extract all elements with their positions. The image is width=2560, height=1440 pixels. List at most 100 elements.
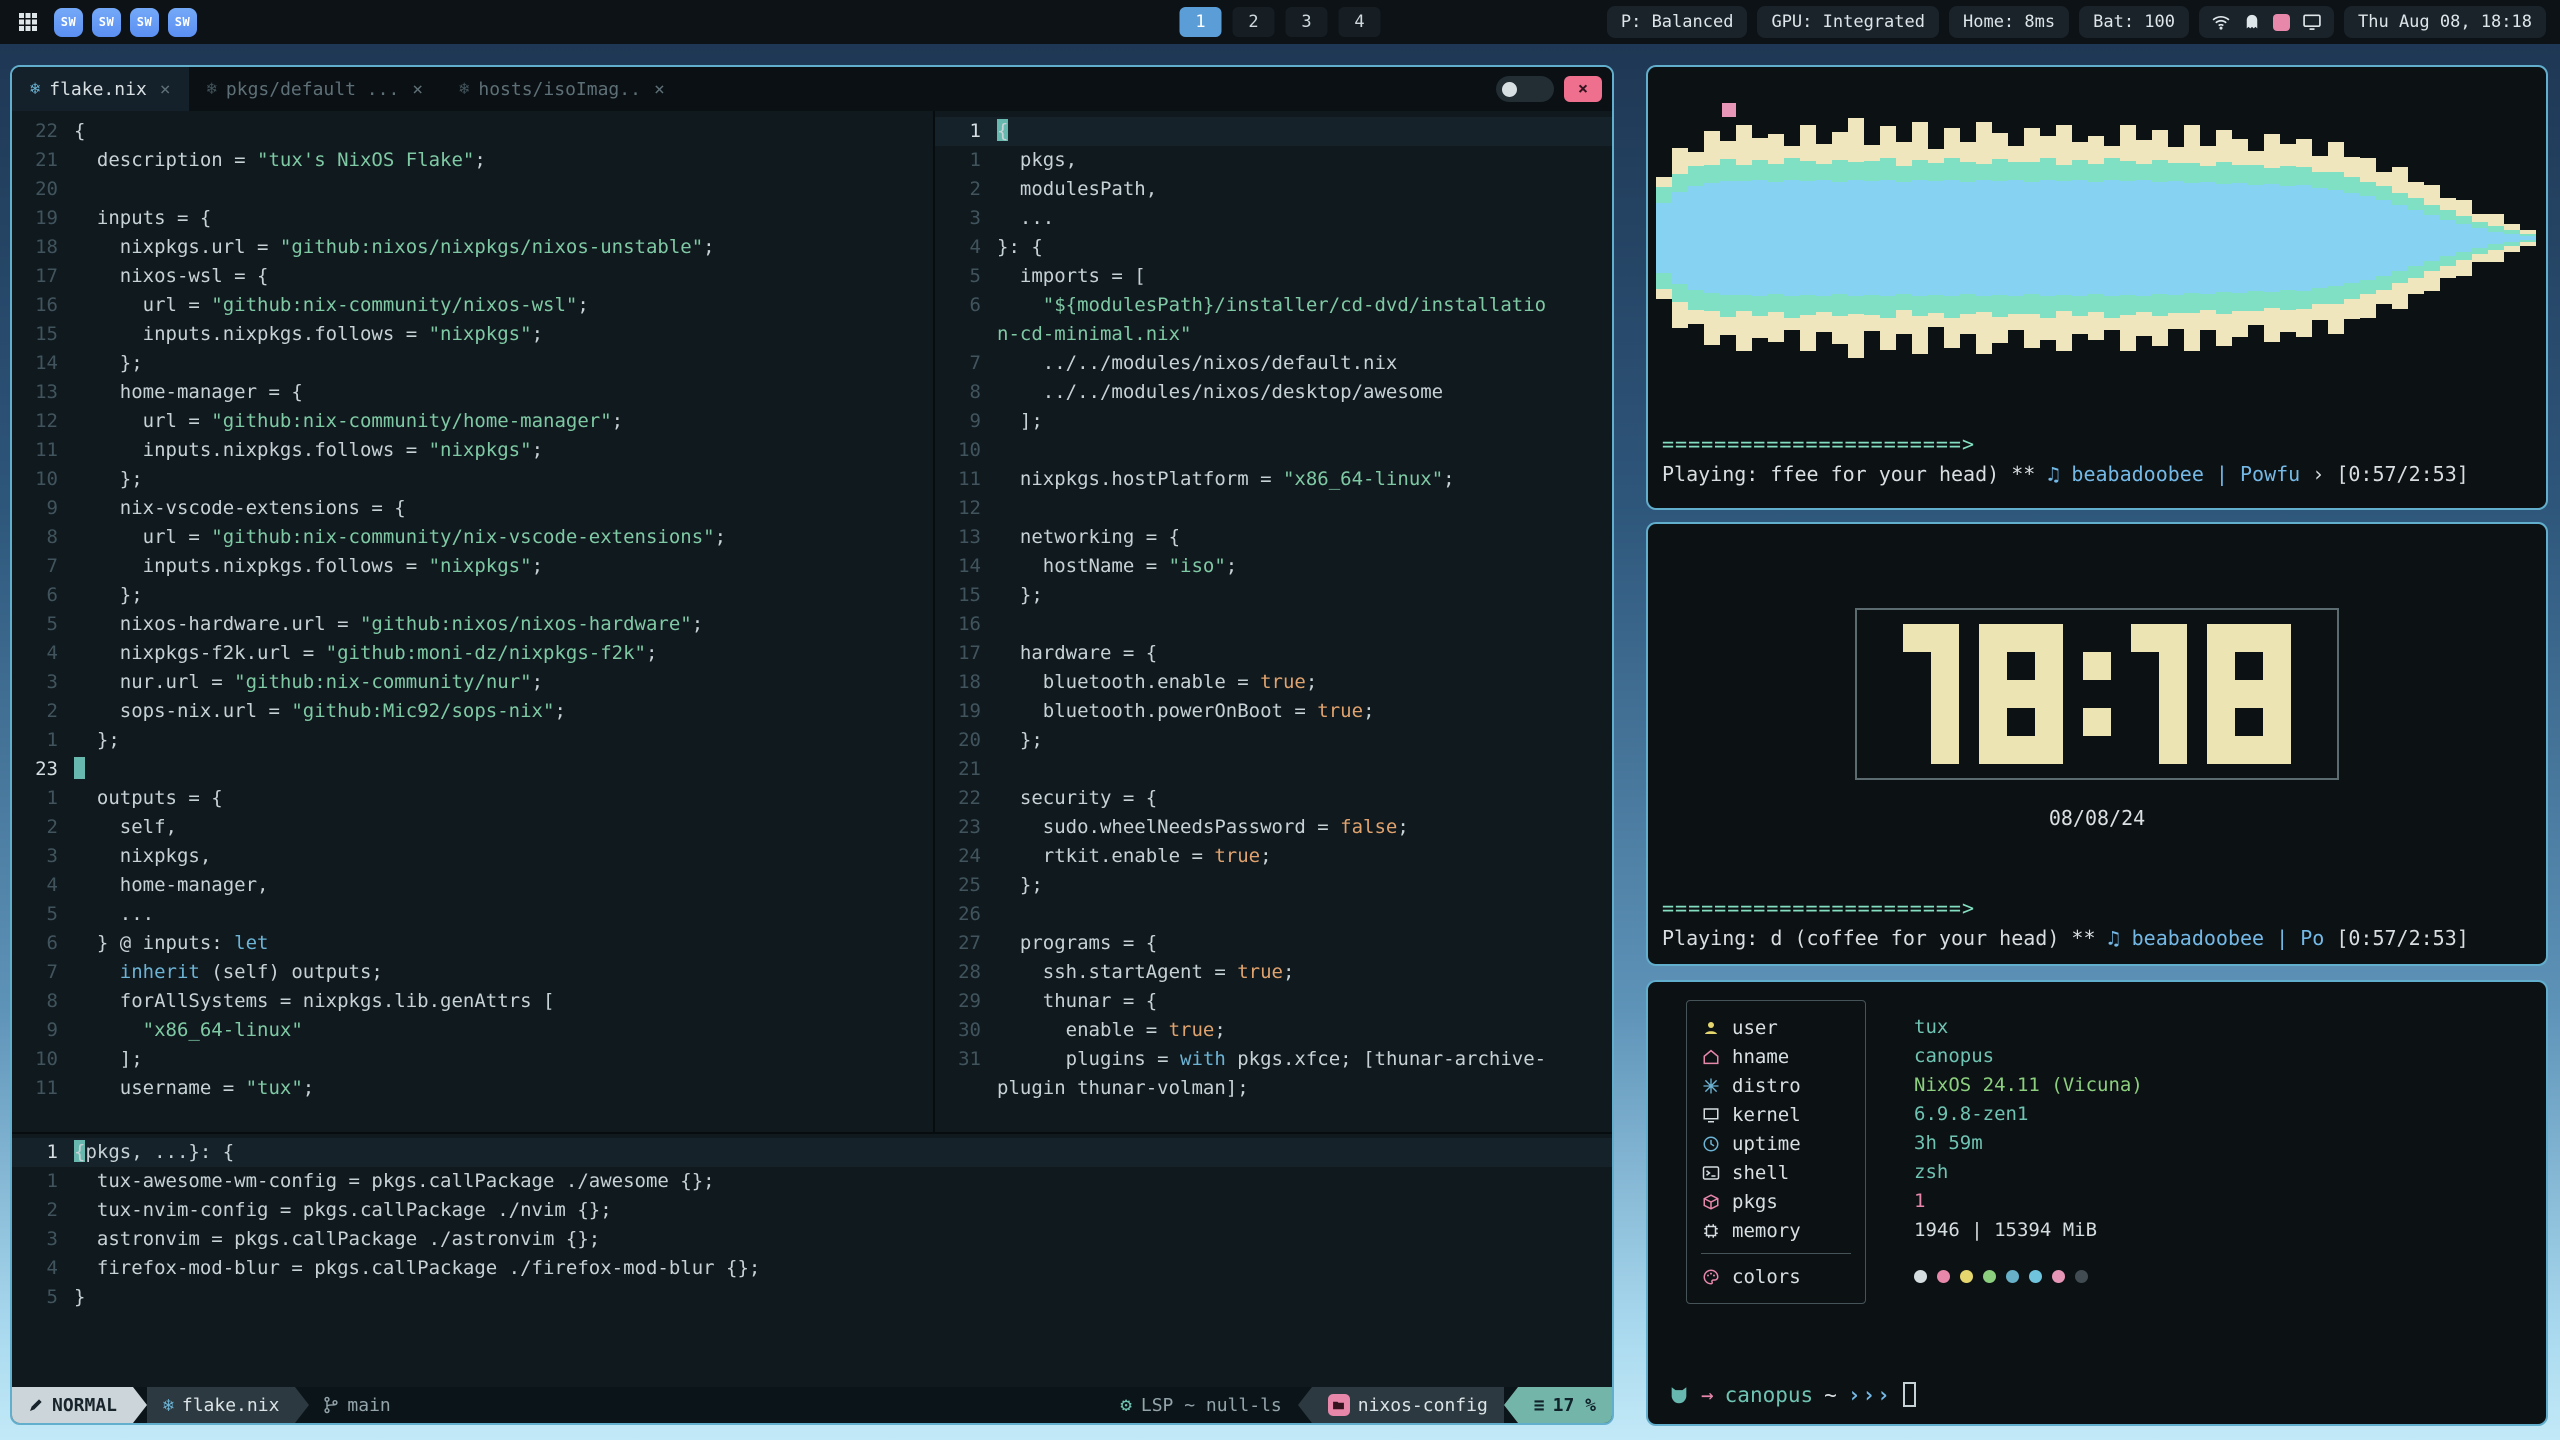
app-launcher-button[interactable] bbox=[14, 8, 42, 36]
line-number: 25 bbox=[935, 871, 997, 900]
line-number: 21 bbox=[12, 146, 74, 175]
editor-tab-hosts-isoImag-[interactable]: ❄hosts/isoImag..× bbox=[441, 67, 683, 111]
line-number: 10 bbox=[935, 436, 997, 465]
visualizer-column bbox=[2280, 144, 2296, 332]
color-dot bbox=[1960, 1270, 1973, 1283]
visualizer-column bbox=[1912, 122, 1928, 354]
visualizer-terminal-window[interactable]: =======================> Playing: ffee f… bbox=[1646, 65, 2548, 510]
now-playing-segment: beabadoobee | Po bbox=[2132, 926, 2337, 950]
tab-close-icon[interactable]: × bbox=[654, 79, 665, 100]
visualizer-column bbox=[1704, 131, 1720, 345]
code-text: } @ inputs: let bbox=[74, 929, 268, 958]
code-line: 1{pkgs, ...}: { bbox=[12, 1138, 1612, 1167]
line-number: 18 bbox=[935, 668, 997, 697]
workspace-tag-4[interactable]: 4 bbox=[1339, 7, 1381, 37]
code-line: 4}: { bbox=[935, 233, 1612, 262]
code-text: sops-nix.url = "github:Mic92/sops-nix"; bbox=[74, 697, 566, 726]
code-text: }; bbox=[74, 581, 143, 610]
line-number: 1 bbox=[935, 117, 997, 146]
editor-tab-flake-nix[interactable]: ❄flake.nix× bbox=[12, 67, 189, 111]
now-playing-segment: ffee for your head) ** bbox=[1770, 462, 2047, 486]
gpu-widget: GPU: Integrated bbox=[1757, 6, 1939, 38]
tab-close-icon[interactable]: × bbox=[412, 79, 423, 100]
code-line: 26 bbox=[935, 900, 1612, 929]
code-line: 4 nixpkgs-f2k.url = "github:moni-dz/nixp… bbox=[12, 639, 933, 668]
code-text: enable = true; bbox=[997, 1016, 1226, 1045]
neovim-window[interactable]: ❄flake.nix×❄pkgs/default ...×❄hosts/isoI… bbox=[10, 65, 1614, 1425]
code-text: }; bbox=[997, 871, 1043, 900]
pane-iso-image-nix[interactable]: 1{1 pkgs,2 modulesPath,3 ...4}: {5 impor… bbox=[933, 111, 1612, 1132]
clock-terminal-window[interactable]: 08/08/24 =======================> Playin… bbox=[1646, 522, 2548, 966]
pane-pkgs-default-nix[interactable]: 1{pkgs, ...}: {1 tux-awesome-wm-config =… bbox=[12, 1132, 1612, 1387]
visualizer-column bbox=[2136, 140, 2152, 336]
shell-prompt[interactable]: → canopus ~ ››› bbox=[1668, 1382, 1916, 1407]
taskbar-app-icon[interactable]: SW bbox=[130, 8, 159, 37]
code-line: 19 bluetooth.powerOnBoot = true; bbox=[935, 697, 1612, 726]
terminal-icon bbox=[1701, 1163, 1721, 1183]
taskbar-app-icon[interactable]: SW bbox=[92, 8, 121, 37]
toggle-pill[interactable] bbox=[1496, 76, 1554, 102]
now-playing-line: Playing: ffee for your head) ** ♫ beabad… bbox=[1662, 462, 2469, 486]
code-text: inputs.nixpkgs.follows = "nixpkgs"; bbox=[74, 552, 543, 581]
snowflake-icon bbox=[1701, 1076, 1721, 1096]
code-line: 1 }; bbox=[12, 726, 933, 755]
project-segment[interactable]: nixos-config bbox=[1312, 1387, 1504, 1423]
code-line: 13 home-manager = { bbox=[12, 378, 933, 407]
separator-line: =======================> bbox=[1662, 896, 1975, 920]
code-text: url = "github:nix-community/home-manager… bbox=[74, 407, 623, 436]
code-line: 21 bbox=[935, 755, 1612, 784]
line-number: 12 bbox=[935, 494, 997, 523]
line-number: 19 bbox=[12, 204, 74, 233]
line-number: 6 bbox=[935, 291, 997, 320]
code-text: tux-nvim-config = pkgs.callPackage ./nvi… bbox=[74, 1196, 612, 1225]
fetch-label: uptime bbox=[1732, 1133, 1801, 1155]
code-text: { bbox=[74, 117, 85, 146]
display-icon[interactable] bbox=[2302, 12, 2322, 32]
line-number: 3 bbox=[12, 1225, 74, 1254]
ghost-icon[interactable] bbox=[2243, 13, 2261, 31]
git-branch-segment: main bbox=[309, 1387, 404, 1423]
clock-widget[interactable]: Thu Aug 08, 18:18 bbox=[2344, 6, 2546, 38]
visualizer-column bbox=[2520, 230, 2536, 246]
fetch-value: 1 bbox=[1914, 1187, 2143, 1216]
code-line: 1 outputs = { bbox=[12, 784, 933, 813]
workspace-tag-1[interactable]: 1 bbox=[1180, 7, 1222, 37]
power-profile-widget: P: Balanced bbox=[1607, 6, 1748, 38]
taskbar-app-icon[interactable]: SW bbox=[168, 8, 197, 37]
workspace-tag-2[interactable]: 2 bbox=[1233, 7, 1275, 37]
visualizer-column bbox=[2296, 139, 2312, 337]
line-number: 1 bbox=[935, 146, 997, 175]
code-line: 5 nixos-hardware.url = "github:nixos/nix… bbox=[12, 610, 933, 639]
window-close-button[interactable]: × bbox=[1564, 76, 1602, 102]
tab-close-icon[interactable]: × bbox=[160, 79, 171, 100]
code-line: 9 "x86_64-linux" bbox=[12, 1016, 933, 1045]
code-text: imports = [ bbox=[997, 262, 1146, 291]
line-number: 9 bbox=[12, 1016, 74, 1045]
code-line: 11 inputs.nixpkgs.follows = "nixpkgs"; bbox=[12, 436, 933, 465]
code-line: 2 tux-nvim-config = pkgs.callPackage ./n… bbox=[12, 1196, 1612, 1225]
editor-tab-pkgs-default-[interactable]: ❄pkgs/default ...× bbox=[189, 67, 441, 111]
fetch-terminal-window[interactable]: userhnamedistrokerneluptimeshellpkgsmemo… bbox=[1646, 980, 2548, 1426]
visualizer-column bbox=[2392, 167, 2408, 309]
code-line: 27 programs = { bbox=[935, 929, 1612, 958]
code-line: 8 url = "github:nix-community/nix-vscode… bbox=[12, 523, 933, 552]
visualizer-column bbox=[2104, 146, 2120, 330]
line-number: 4 bbox=[12, 639, 74, 668]
line-number: 22 bbox=[12, 117, 74, 146]
editor-cursor bbox=[74, 1140, 85, 1162]
pane-flake-nix[interactable]: 22{21 description = "tux's NixOS Flake";… bbox=[12, 111, 933, 1132]
taskbar-app-icon[interactable]: SW bbox=[54, 8, 83, 37]
workspace-tag-3[interactable]: 3 bbox=[1286, 7, 1328, 37]
line-number: 1 bbox=[12, 784, 74, 813]
line-number: 15 bbox=[12, 320, 74, 349]
code-text: home-manager, bbox=[74, 871, 268, 900]
topbar-left-cluster: SW SW SW SW bbox=[14, 8, 197, 37]
line-number: 1 bbox=[12, 726, 74, 755]
code-text: inputs.nixpkgs.follows = "nixpkgs"; bbox=[74, 436, 543, 465]
color-picker-icon[interactable] bbox=[2273, 14, 2290, 31]
lsp-label: LSP ~ null-ls bbox=[1141, 1395, 1282, 1416]
visualizer-column bbox=[1752, 138, 1768, 338]
wifi-icon[interactable] bbox=[2211, 12, 2231, 32]
clock-character bbox=[2083, 624, 2111, 764]
branch-label: main bbox=[347, 1395, 390, 1416]
